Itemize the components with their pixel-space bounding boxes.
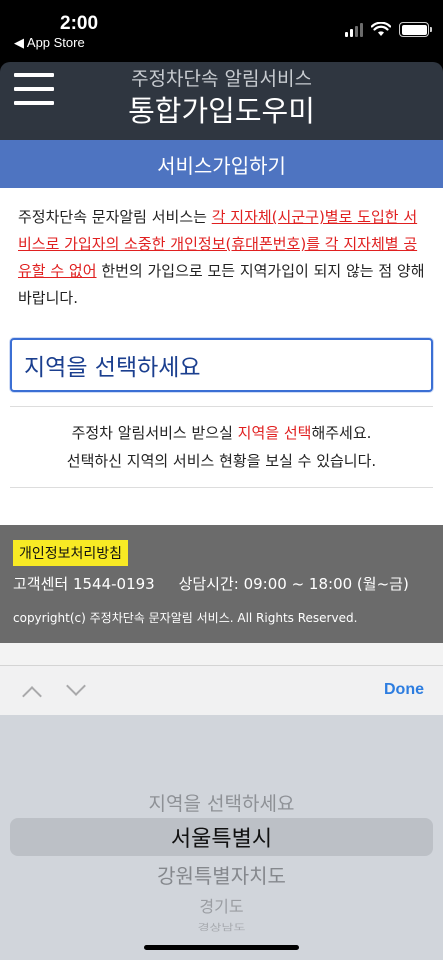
chevron-down-icon[interactable] — [66, 676, 86, 696]
battery-icon — [399, 22, 432, 37]
consult-hours: 상담시간: 09:00 ~ 18:00 (월~금) — [178, 575, 409, 593]
page-bottom — [0, 643, 443, 665]
chevron-up-icon[interactable] — [22, 686, 42, 706]
picker-option[interactable]: 경상남도 — [0, 920, 443, 934]
notice-text: 주정차단속 문자알림 서비스는 — [18, 208, 212, 226]
hint-line-1: 주정차 알림서비스 받으실 지역을 선택해주세요. — [10, 419, 433, 447]
hint-line-2: 선택하신 지역의 서비스 현황을 보실 수 있습니다. — [66, 452, 377, 470]
cellular-signal-icon — [345, 22, 363, 37]
home-indicator — [144, 945, 299, 950]
customer-center-info: 고객센터 1544-0193 상담시간: 09:00 ~ 18:00 (월~금) — [13, 573, 409, 594]
picker-option-selected[interactable]: 서울특별시 — [0, 821, 443, 853]
app-header: 주정차단속 알림서비스 통합가입도우미 — [0, 62, 443, 140]
region-hint: 주정차 알림서비스 받으실 지역을 선택해주세요. 선택하신 지역의 서비스 현… — [10, 406, 433, 488]
header-subtitle: 주정차단속 알림서비스 — [131, 68, 312, 90]
done-button[interactable]: Done — [384, 681, 424, 699]
picker-option[interactable]: 경기도 — [0, 893, 443, 917]
customer-center-phone: 고객센터 1544-0193 — [13, 575, 155, 593]
keyboard-toolbar: Done — [0, 665, 443, 715]
back-to-app-store-link[interactable]: ◀ App Store — [14, 35, 85, 51]
copyright: copyright(c) 주정차단속 문자알림 서비스. All Rights … — [13, 611, 358, 625]
status-icons — [345, 22, 432, 37]
section-title: 서비스가입하기 — [0, 140, 443, 188]
hint-highlight: 지역을 선택 — [237, 424, 312, 442]
region-picker[interactable]: 지역을 선택하세요 서울특별시 강원특별자치도 경기도 경상남도 — [0, 715, 443, 960]
wifi-icon — [371, 22, 391, 36]
status-bar: 2:00 ◀ App Store — [0, 0, 443, 62]
picker-option[interactable]: 강원특별자치도 — [0, 860, 443, 889]
region-select[interactable]: 지역을 선택하세요 — [10, 338, 433, 392]
hint-text-end: 해주세요. — [311, 424, 372, 442]
service-notice: 주정차단속 문자알림 서비스는 각 지자체(시군구)별로 도입한 서비스로 가입… — [18, 204, 428, 312]
header-title: 통합가입도우미 — [128, 94, 315, 128]
privacy-policy-link[interactable]: 개인정보처리방침 — [13, 540, 129, 566]
status-time: 2:00 — [60, 13, 99, 34]
picker-option[interactable]: 지역을 선택하세요 — [0, 789, 443, 816]
footer: 개인정보처리방침 고객센터 1544-0193 상담시간: 09:00 ~ 18… — [0, 525, 443, 643]
main-content: 주정차단속 문자알림 서비스는 각 지자체(시군구)별로 도입한 서비스로 가입… — [0, 188, 443, 525]
hint-text: 주정차 알림서비스 받으실 — [71, 424, 238, 442]
